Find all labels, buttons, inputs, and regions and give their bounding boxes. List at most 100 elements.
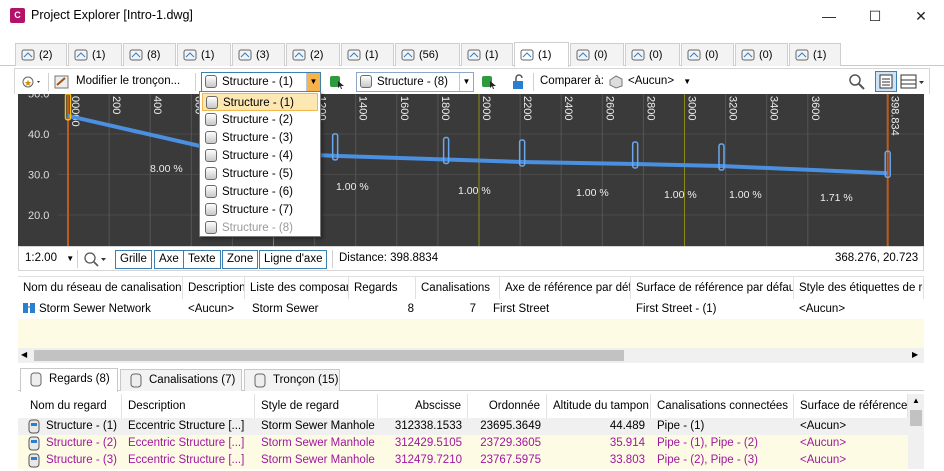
tab-parcel[interactable]: (0)	[735, 43, 788, 66]
catalog-icon	[795, 48, 809, 62]
tab-feature-line[interactable]: (1)	[341, 43, 394, 66]
dropdown-item-label: Structure - (6)	[222, 186, 293, 198]
dropdown-item[interactable]: Structure - (1)	[202, 93, 318, 111]
end-structure-combo[interactable]: Structure - (8) ▼	[356, 72, 474, 92]
structure-icon	[205, 221, 217, 234]
close-button[interactable]: ✕	[898, 0, 944, 32]
zoom-icon[interactable]	[848, 73, 866, 91]
column-header[interactable]: Style des étiquettes de rega	[794, 277, 924, 299]
column-header[interactable]: Surface de référence par défaut	[631, 277, 794, 299]
zoom-icon[interactable]	[83, 250, 109, 268]
compare-combo[interactable]: <Aucun> ▼	[628, 75, 691, 87]
tab-pipe-network[interactable]: (1)	[514, 42, 569, 67]
table-cell: 312479.7210	[394, 454, 462, 466]
slope-label: 1.00 %	[664, 189, 697, 201]
detail-tabs: Regards (8) Canalisations (7) Tronçon (15)	[18, 368, 924, 392]
table-cell: First Street	[493, 303, 550, 315]
x-tick-label: 1400	[357, 96, 369, 120]
horizontal-scrollbar[interactable]: ◀ ▶	[18, 348, 924, 363]
minimize-button[interactable]: —	[806, 0, 852, 32]
profile-view[interactable]: 50.040.030.020.0000002004006008001000120…	[18, 94, 924, 246]
svg-text:★: ★	[24, 78, 32, 88]
tab-appurtenance[interactable]: (0)	[681, 43, 734, 66]
tab-count: (2)	[310, 49, 324, 61]
tab-run[interactable]: Tronçon (15)	[244, 369, 340, 391]
dropdown-item[interactable]: Structure - (3)	[202, 129, 318, 147]
scale-combo[interactable]: 1:2.00 ▼	[25, 252, 74, 264]
column-header[interactable]: Altitude du tampon	[547, 394, 651, 418]
tab-count: (56)	[419, 49, 439, 61]
maximize-button[interactable]: ☐	[852, 0, 898, 32]
scroll-left-icon[interactable]: ◀	[21, 350, 27, 359]
zone-toggle-button[interactable]: Zone	[222, 250, 259, 269]
chevron-down-icon: ▼	[66, 254, 75, 263]
table-cell: Pipe - (2), Pipe - (3)	[657, 454, 758, 466]
column-header[interactable]: Regards	[349, 277, 416, 299]
dropdown-item[interactable]: Structure - (7)	[202, 201, 318, 219]
structure-dropdown-list[interactable]: Structure - (1) Structure - (2) Structure …	[199, 91, 321, 237]
modify-run-button[interactable]: Modifier le tronçon...	[76, 75, 180, 87]
column-header[interactable]: Description	[183, 277, 245, 299]
tab-alignment[interactable]: (2)	[15, 43, 67, 66]
layout-menu-icon[interactable]	[900, 73, 926, 91]
tab-corridor[interactable]: (1)	[177, 43, 231, 66]
dropdown-item[interactable]: Structure - (6)	[202, 183, 318, 201]
chevron-down-icon[interactable]: ▼	[459, 73, 473, 91]
column-header[interactable]: Nom du regard	[24, 394, 122, 418]
centerline-toggle-button[interactable]: Ligne d'axe	[259, 250, 328, 269]
structure-icon	[28, 453, 40, 468]
tab-sample-lines[interactable]: (3)	[232, 43, 285, 66]
start-structure-value: Structure - (1)	[222, 76, 293, 88]
column-header[interactable]: Canalisations connectées	[651, 394, 794, 418]
column-header[interactable]: Axe de référence par défaut	[500, 277, 631, 299]
network-grid: Nom du réseau de canalisations Descriptio…	[18, 276, 924, 348]
scroll-up-icon[interactable]: ▲	[912, 396, 920, 405]
column-header[interactable]: Ordonnée	[468, 394, 547, 418]
axis-toggle-button[interactable]: Axe	[154, 250, 184, 269]
column-header[interactable]: Abscisse	[378, 394, 468, 418]
add-icon[interactable]: ★	[21, 74, 43, 90]
tab-profile-view[interactable]: (8)	[123, 43, 176, 66]
table-cell: First Street - (1)	[636, 303, 717, 315]
tab-surface[interactable]: (1)	[461, 43, 513, 66]
column-header[interactable]: Style de regard	[255, 394, 378, 418]
table-cell: <Aucun>	[800, 437, 847, 449]
tab-catalog[interactable]: (1)	[789, 43, 841, 66]
structure-icon	[28, 436, 40, 451]
scrollbar-thumb[interactable]	[910, 410, 922, 426]
dropdown-item[interactable]: Structure - (2)	[202, 111, 318, 129]
list-view-icon[interactable]	[875, 71, 897, 92]
tab-assembly[interactable]: (2)	[286, 43, 340, 66]
column-header[interactable]: Description	[122, 394, 255, 418]
tab-pipe[interactable]: (56)	[395, 43, 460, 66]
start-structure-combo[interactable]: Structure - (1) ▼	[201, 72, 321, 92]
column-header[interactable]: Canalisations	[416, 277, 500, 299]
tab-count: (1)	[538, 49, 552, 61]
tab-profile[interactable]: (1)	[68, 43, 122, 66]
scroll-right-icon[interactable]: ▶	[912, 350, 918, 359]
dropdown-item[interactable]: Structure - (8)	[202, 219, 318, 237]
column-header[interactable]: Nom du réseau de canalisations	[18, 277, 183, 299]
pick-structure-icon[interactable]	[480, 73, 498, 91]
dropdown-item-label: Structure - (3)	[222, 132, 293, 144]
dropdown-item[interactable]: Structure - (5)	[202, 165, 318, 183]
tab-pressure-network[interactable]: (0)	[570, 43, 624, 66]
column-header[interactable]: Surface de référence	[794, 394, 908, 418]
scrollbar-thumb[interactable]	[34, 350, 624, 361]
vertical-scrollbar[interactable]: ▲	[908, 394, 924, 469]
chevron-down-icon[interactable]: ▼	[306, 73, 320, 91]
structure-icon	[205, 185, 217, 198]
column-header[interactable]: Liste des composants	[245, 277, 349, 299]
y-tick-label: 40.0	[28, 129, 49, 141]
dropdown-item[interactable]: Structure - (4)	[202, 147, 318, 165]
unlock-icon[interactable]	[511, 73, 527, 91]
structure-icon	[205, 149, 217, 162]
text-toggle-button[interactable]: Texte	[183, 250, 221, 269]
edit-run-icon	[54, 74, 70, 90]
tab-fitting[interactable]: (0)	[625, 43, 680, 66]
toolbar: ★ Modifier le tronçon... Structure - (1)…	[14, 68, 930, 94]
pick-structure-icon[interactable]	[328, 73, 346, 91]
tab-pipe[interactable]: Canalisations (7)	[120, 369, 242, 391]
tab-structure[interactable]: Regards (8)	[20, 368, 118, 392]
grid-toggle-button[interactable]: Grille	[115, 250, 152, 269]
